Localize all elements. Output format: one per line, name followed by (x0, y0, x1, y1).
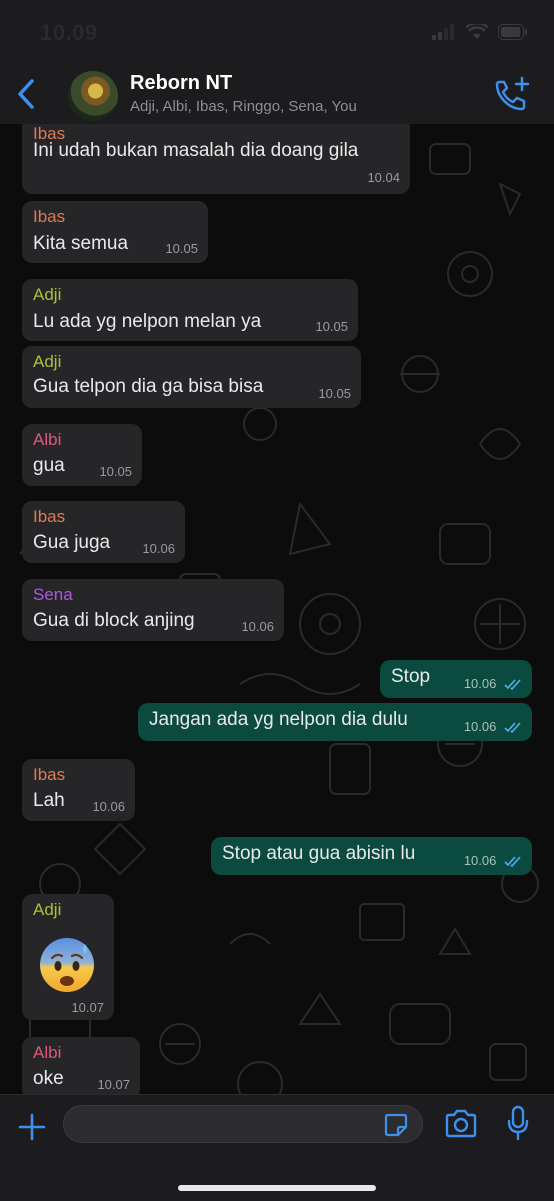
message-time: 10.06 (464, 676, 522, 691)
message-sender: Adji (33, 900, 62, 919)
sticker-button[interactable] (384, 1113, 408, 1137)
message-bubble[interactable]: Sena Gua di block anjing 10.06 (22, 579, 284, 641)
anxious-face-with-sweat-icon (40, 938, 94, 992)
status-icons (432, 21, 528, 45)
message-time: 10.06 (142, 541, 175, 556)
message-sender: Ibas (33, 765, 66, 784)
message-text: Gua juga (33, 532, 111, 553)
message-time: 10.06 (92, 799, 125, 814)
message-text: Gua telpon dia ga bisa bisa (33, 376, 264, 397)
message-text: oke (33, 1068, 64, 1089)
message-time: 10.07 (97, 1077, 130, 1092)
message-bubble[interactable]: Albi oke 10.07 (22, 1037, 140, 1094)
message-bubble[interactable]: Albi gua 10.05 (22, 424, 142, 486)
message-bubble-outgoing[interactable]: Stop 10.06 (380, 660, 532, 698)
message-text: Lu ada yg nelpon melan ya (33, 311, 262, 332)
message-text: Ini udah bukan masalah dia doang gila (33, 140, 359, 161)
message-bubble[interactable]: Ibas Gua juga 10.06 (22, 501, 185, 563)
camera-button[interactable] (444, 1109, 478, 1139)
group-title[interactable]: Reborn NT (130, 72, 232, 95)
add-call-icon (495, 76, 530, 111)
message-bubble[interactable]: Ibas Kita semua 10.05 (22, 201, 208, 263)
input-bar (0, 1094, 554, 1201)
message-time: 10.06 (464, 719, 522, 734)
status-bar: 10.09 (0, 0, 554, 62)
message-time: 10.07 (71, 1000, 104, 1015)
double-check-icon (504, 856, 521, 868)
message-time: 10.05 (165, 241, 198, 256)
microphone-button[interactable] (506, 1105, 530, 1141)
message-text: gua (33, 455, 65, 476)
message-text: Stop atau gua abisin lu (222, 843, 416, 864)
chevron-left-icon (18, 79, 34, 109)
message-sender: Ibas (33, 207, 66, 226)
message-bubble[interactable]: Ibas Lah 10.06 (22, 759, 135, 821)
message-sender: Albi (33, 1043, 62, 1062)
message-text: Jangan ada yg nelpon dia dulu (149, 709, 408, 730)
message-time: 10.06 (241, 619, 274, 634)
add-call-button[interactable] (494, 76, 532, 112)
message-time: 10.05 (99, 464, 132, 479)
message-text: Stop (391, 666, 431, 687)
message-sender: Adji (33, 352, 62, 371)
sticker-icon (384, 1113, 408, 1137)
plus-icon (18, 1113, 46, 1141)
home-indicator (178, 1185, 376, 1191)
wifi-icon (465, 21, 489, 45)
chat-header: Reborn NT Adji, Albi, Ibas, Ringgo, Sena… (0, 62, 554, 125)
chat-area[interactable]: Ibas Ini udah bukan masalah dia doang gi… (0, 124, 554, 1094)
message-sender: Sena (33, 585, 73, 604)
message-input[interactable] (63, 1105, 423, 1143)
message-sender: Ibas (33, 507, 66, 526)
message-text: Kita semua (33, 233, 129, 254)
microphone-icon (507, 1105, 529, 1141)
group-members[interactable]: Adji, Albi, Ibas, Ringgo, Sena, You (130, 98, 357, 115)
double-check-icon (504, 679, 521, 691)
message-time: 10.05 (318, 386, 351, 401)
message-sender: Albi (33, 430, 62, 449)
message-bubble[interactable]: Adji 10.07 (22, 894, 114, 1020)
message-time: 10.05 (315, 319, 348, 334)
status-time: 10.09 (40, 20, 98, 45)
double-check-icon (504, 722, 521, 734)
message-bubble[interactable]: Adji Gua telpon dia ga bisa bisa 10.05 (22, 346, 361, 408)
message-sender: Adji (33, 285, 62, 304)
message-time-value: 10.06 (463, 853, 497, 868)
message-text: Lah (33, 790, 65, 811)
message-text: Gua di block anjing (33, 610, 195, 631)
message-time-value: 10.06 (463, 719, 497, 734)
message-bubble-outgoing[interactable]: Stop atau gua abisin lu 10.06 (211, 837, 532, 875)
message-bubble-outgoing[interactable]: Jangan ada yg nelpon dia dulu 10.06 (138, 703, 532, 741)
message-bubble[interactable]: Adji Lu ada yg nelpon melan ya 10.05 (22, 279, 358, 341)
camera-icon (445, 1109, 477, 1138)
message-bubble[interactable]: Ibas Ini udah bukan masalah dia doang gi… (22, 124, 410, 194)
message-time: 10.06 (464, 853, 522, 868)
battery-icon (498, 24, 528, 45)
signal-icon (432, 24, 456, 45)
message-time-value: 10.06 (463, 676, 497, 691)
attach-button[interactable] (16, 1111, 48, 1143)
message-time: 10.04 (367, 170, 400, 185)
group-avatar[interactable] (68, 71, 118, 121)
back-button[interactable] (12, 77, 42, 111)
